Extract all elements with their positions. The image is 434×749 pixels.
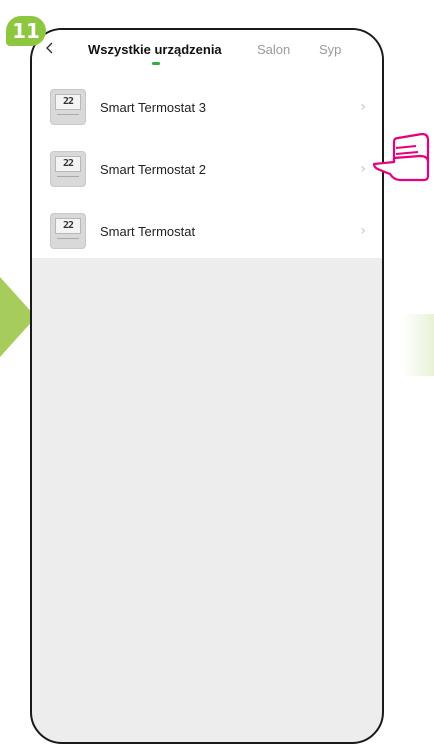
thermostat-thumbnail: 22 bbox=[50, 151, 86, 187]
device-row-smart-termostat-3[interactable]: 22 Smart Termostat 3 › bbox=[32, 76, 382, 138]
active-tab-indicator bbox=[152, 62, 160, 65]
device-list-panel: Wszystkie urządzenia Salon Syp 22 Smart … bbox=[32, 30, 382, 258]
pointing-hand-icon bbox=[372, 132, 430, 182]
device-name: Smart Termostat 2 bbox=[100, 161, 206, 177]
phone-frame: Wszystkie urządzenia Salon Syp 22 Smart … bbox=[30, 28, 384, 744]
tab-all-devices[interactable]: Wszystkie urządzenia bbox=[88, 42, 222, 57]
chevron-right-icon: › bbox=[360, 99, 366, 115]
tab-salon[interactable]: Salon bbox=[257, 42, 290, 57]
device-row-smart-termostat[interactable]: 22 Smart Termostat › bbox=[32, 200, 382, 262]
thermostat-buttons bbox=[57, 114, 79, 120]
right-arrow-decoration bbox=[402, 314, 434, 376]
thermostat-display: 22 bbox=[55, 94, 81, 110]
device-list: 22 Smart Termostat 3 › 22 Smart Termosta… bbox=[32, 76, 382, 262]
chevron-right-icon: › bbox=[360, 223, 366, 239]
thermostat-buttons bbox=[57, 238, 79, 244]
tab-syp[interactable]: Syp bbox=[319, 42, 341, 57]
chevron-right-icon: › bbox=[360, 161, 366, 177]
thermostat-thumbnail: 22 bbox=[50, 89, 86, 125]
device-name: Smart Termostat 3 bbox=[100, 99, 206, 115]
room-tabs: Wszystkie urządzenia Salon Syp bbox=[32, 30, 382, 70]
thermostat-display: 22 bbox=[55, 218, 81, 234]
device-name: Smart Termostat bbox=[100, 223, 196, 239]
chevron-left-icon[interactable] bbox=[44, 42, 56, 54]
device-row-smart-termostat-2[interactable]: 22 Smart Termostat 2 › bbox=[32, 138, 382, 200]
thermostat-thumbnail: 22 bbox=[50, 213, 86, 249]
thermostat-display: 22 bbox=[55, 156, 81, 172]
thermostat-buttons bbox=[57, 176, 79, 182]
step-number-badge: 11 bbox=[6, 16, 46, 46]
